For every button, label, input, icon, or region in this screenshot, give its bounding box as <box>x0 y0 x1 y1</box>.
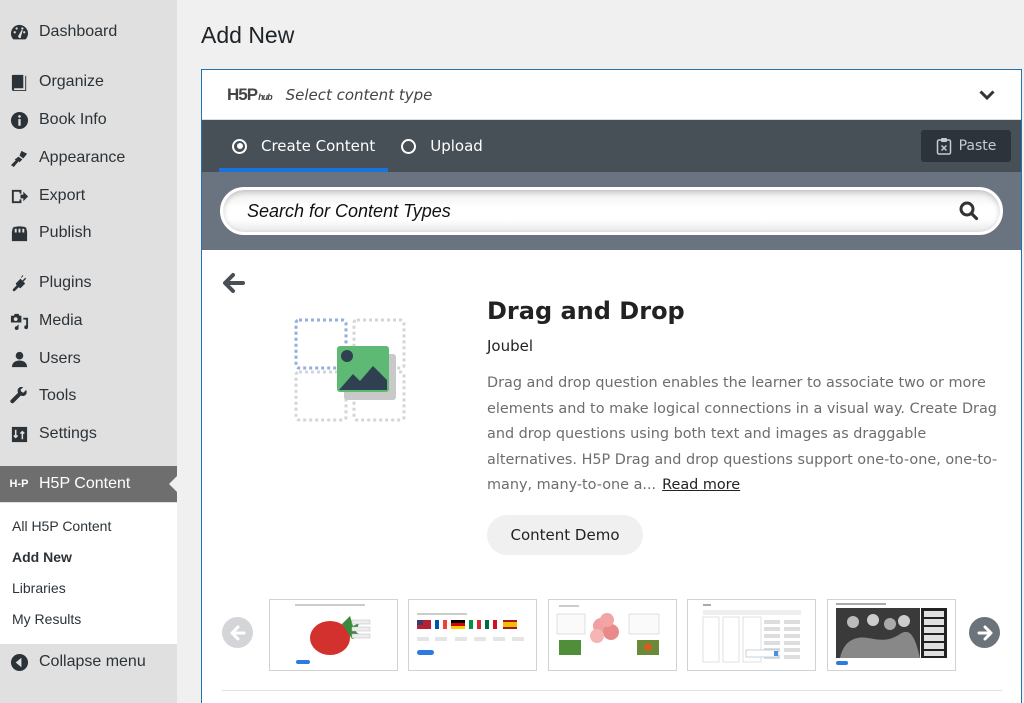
sidebar-item-label: Settings <box>39 425 97 442</box>
h5p-submenu: All H5P Content Add New Libraries My Res… <box>0 503 177 644</box>
page-title: Add New <box>201 22 295 48</box>
strawberry-screenshot[interactable] <box>269 599 398 671</box>
hub-tabs: Create Content Upload Paste <box>202 120 1021 172</box>
sidebar-item-label: Plugins <box>39 274 92 291</box>
table-screenshot[interactable] <box>687 599 816 671</box>
sidebar-item-label: Export <box>39 187 86 204</box>
sidebar-item-label: Dashboard <box>39 23 118 40</box>
logo-sub: hub <box>258 91 272 102</box>
search-box <box>220 187 1003 235</box>
paste-label: Paste <box>958 138 997 154</box>
drag-and-drop-icon <box>294 318 406 422</box>
sidebar-item-publish[interactable]: Publish <box>0 215 177 251</box>
submenu-libraries[interactable]: Libraries <box>0 573 177 604</box>
collapse-menu-button[interactable]: Collapse menu <box>0 644 177 680</box>
sidebar-item-settings[interactable]: Settings <box>0 416 177 452</box>
sidebar-item-dashboard[interactable]: Dashboard <box>0 14 177 50</box>
sidebar-item-h5p-content[interactable]: H-P H5P Content <box>0 466 177 502</box>
submenu-add-new[interactable]: Add New <box>0 542 177 573</box>
collapse-label: Collapse menu <box>39 653 146 670</box>
sidebar-item-users[interactable]: Users <box>0 341 177 377</box>
sidebar-item-label: Media <box>39 312 83 329</box>
search-icon[interactable] <box>958 200 980 222</box>
tab-upload[interactable]: Upload <box>388 120 496 172</box>
content-demo-button[interactable]: Content Demo <box>487 515 643 555</box>
paste-button[interactable]: Paste <box>921 130 1011 162</box>
collapse-icon <box>9 652 29 672</box>
sidebar-item-export[interactable]: Export <box>0 178 177 214</box>
content-type-title: Drag and Drop <box>487 297 685 325</box>
select-content-type-label: Select content type <box>285 85 433 104</box>
settings-icon <box>9 424 29 444</box>
sidebar-item-label: Publish <box>39 224 92 241</box>
sidebar-item-label: H5P Content <box>39 475 131 492</box>
tab-label: Upload <box>430 137 483 155</box>
radio-selected-icon <box>232 138 247 154</box>
radio-unselected-icon <box>401 138 417 154</box>
export-icon <box>9 186 29 206</box>
content-type-description: Drag and drop question enables the learn… <box>487 371 1007 499</box>
book-icon <box>9 72 29 92</box>
chevron-down-icon[interactable] <box>977 85 997 105</box>
clipboard-icon <box>936 138 951 155</box>
hub-header[interactable]: H5Phub Select content type <box>202 70 1021 120</box>
carousel-prev-button[interactable] <box>222 617 253 648</box>
user-icon <box>9 349 29 369</box>
tab-label: Create Content <box>261 137 376 155</box>
search-bar <box>202 172 1021 250</box>
store-icon <box>9 223 29 243</box>
content-type-owner: Joubel <box>487 337 534 355</box>
divider <box>222 690 1002 691</box>
screenshot-carousel <box>202 598 1021 674</box>
description-text: Drag and drop question enables the learn… <box>487 375 998 493</box>
sidebar-item-organize[interactable]: Organize <box>0 64 177 100</box>
h5p-hub-logo: H5Phub <box>227 84 273 105</box>
content-type-detail: Drag and Drop Joubel Drag and drop quest… <box>202 250 1021 700</box>
read-more-link[interactable]: Read more <box>662 477 740 493</box>
sidebar-item-book-info[interactable]: Book Info <box>0 102 177 138</box>
carousel-next-button[interactable] <box>969 617 1000 648</box>
tab-create-content[interactable]: Create Content <box>219 120 389 172</box>
sidebar-item-media[interactable]: Media <box>0 303 177 339</box>
sidebar-item-label: Book Info <box>39 111 107 128</box>
wrench-icon <box>9 386 29 406</box>
search-input[interactable] <box>247 200 958 222</box>
flowers-screenshot[interactable] <box>548 599 677 671</box>
sidebar-item-tools[interactable]: Tools <box>0 378 177 414</box>
photo-screenshot[interactable] <box>827 599 956 671</box>
flags-screenshot[interactable] <box>408 599 537 671</box>
back-arrow-icon[interactable] <box>223 272 245 294</box>
sidebar-item-label: Tools <box>39 387 77 404</box>
admin-sidebar: Dashboard Organize Book Info Appearance … <box>0 0 177 703</box>
submenu-my-results[interactable]: My Results <box>0 604 177 635</box>
sidebar-item-plugins[interactable]: Plugins <box>0 265 177 301</box>
h5p-hub: H5Phub Select content type Create Conten… <box>201 69 1022 703</box>
sidebar-item-appearance[interactable]: Appearance <box>0 140 177 176</box>
info-icon <box>9 110 29 130</box>
paintbrush-icon <box>9 148 29 168</box>
sidebar-item-label: Organize <box>39 73 104 90</box>
dashboard-icon <box>9 22 29 42</box>
sidebar-item-label: Users <box>39 350 81 367</box>
media-icon <box>9 311 29 331</box>
h5p-icon: H-P <box>9 478 29 490</box>
plug-icon <box>9 273 29 293</box>
submenu-all-h5p-content[interactable]: All H5P Content <box>0 511 177 542</box>
sidebar-item-label: Appearance <box>39 149 126 166</box>
logo-main: H5P <box>227 84 258 104</box>
